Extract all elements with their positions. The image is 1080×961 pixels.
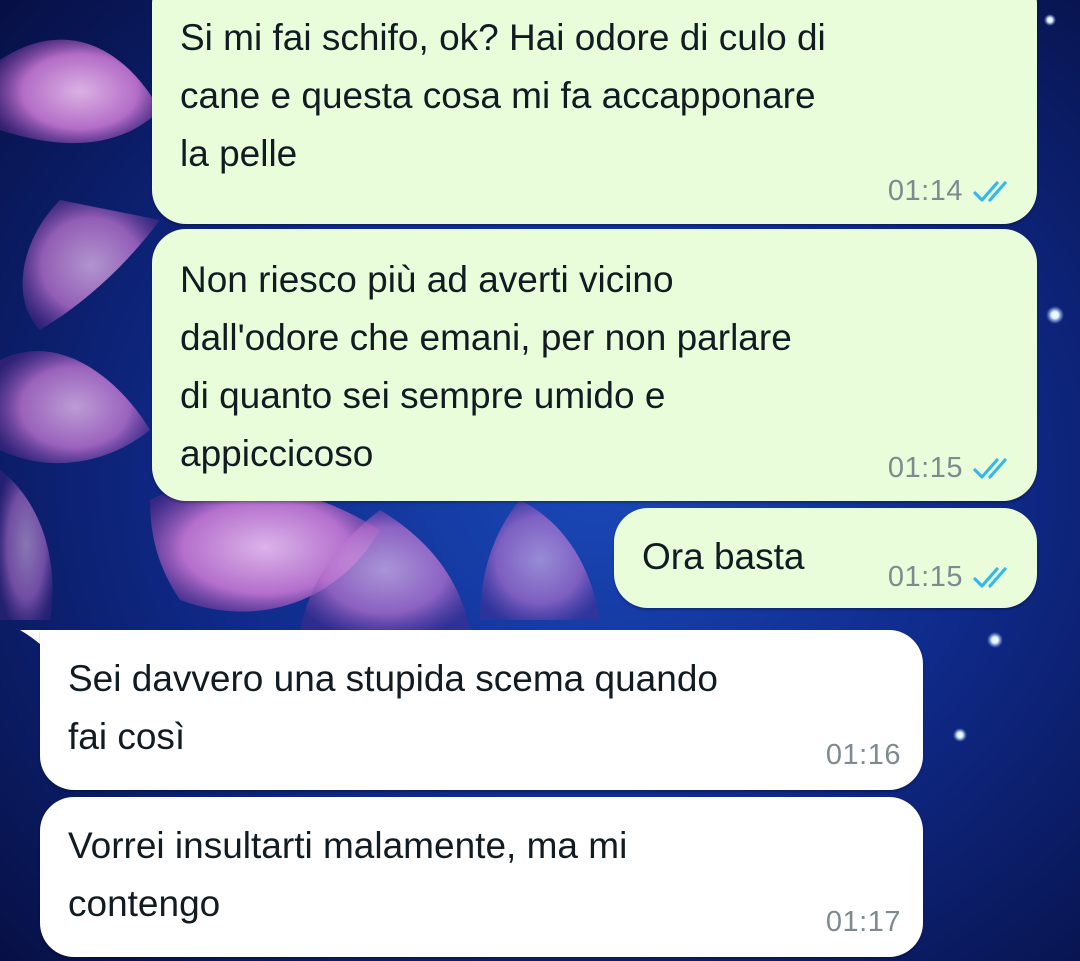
message-text: Vorrei insultarti malamente, ma mi conte… bbox=[68, 825, 628, 924]
message-time: 01:17 bbox=[825, 906, 901, 938]
chat-message-incoming[interactable]: Sei davvero una stupida scema quando fai… bbox=[40, 630, 923, 790]
message-text: Sei davvero una stupida scema quando fai… bbox=[68, 658, 718, 757]
message-time: 01:15 bbox=[887, 561, 963, 593]
double-check-read-icon bbox=[973, 180, 1007, 202]
message-meta: 01:14 bbox=[888, 175, 1017, 208]
chat-message-outgoing[interactable]: Si mi fai schifo, ok? Hai odore di culo … bbox=[152, 0, 1037, 224]
message-time: 01:14 bbox=[887, 175, 963, 207]
message-meta: 01:15 bbox=[888, 452, 1017, 485]
message-text: Non riesco più ad averti vicino dall'odo… bbox=[180, 259, 792, 474]
message-meta: 01:17 bbox=[826, 906, 901, 939]
message-meta: 01:15 bbox=[888, 561, 1017, 594]
chat-message-incoming[interactable]: Vorrei insultarti malamente, ma mi conte… bbox=[40, 797, 923, 957]
message-text: Si mi fai schifo, ok? Hai odore di culo … bbox=[180, 17, 826, 174]
message-time: 01:16 bbox=[825, 739, 901, 771]
chat-message-outgoing[interactable]: Non riesco più ad averti vicino dall'odo… bbox=[152, 229, 1037, 501]
double-check-read-icon bbox=[973, 457, 1007, 479]
chat-message-outgoing[interactable]: Ora basta 01:15 bbox=[614, 508, 1037, 608]
message-time: 01:15 bbox=[887, 452, 963, 484]
double-check-read-icon bbox=[973, 566, 1007, 588]
message-text: Ora basta bbox=[642, 536, 805, 577]
message-meta: 01:16 bbox=[826, 739, 901, 772]
